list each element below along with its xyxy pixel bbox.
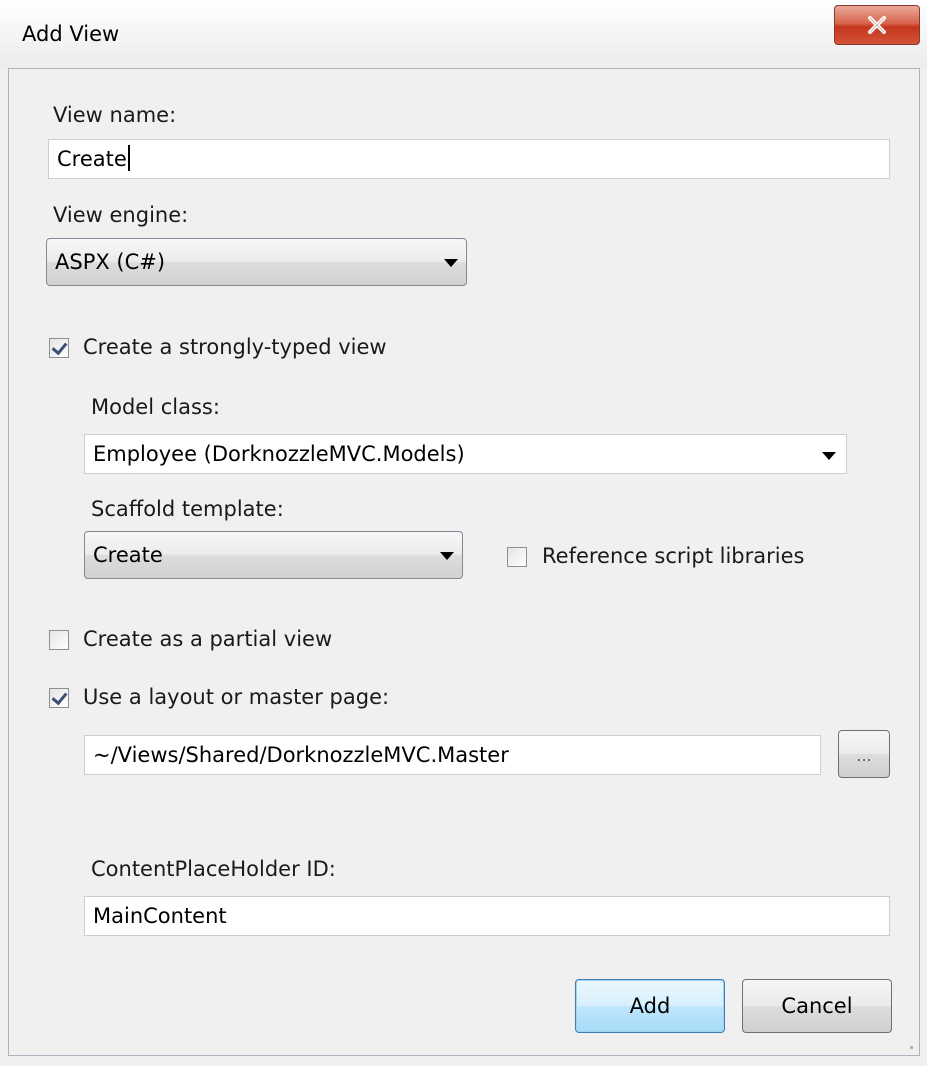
content-placeholder-label: ContentPlaceHolder ID: <box>91 857 336 881</box>
add-view-dialog: Add View View name: Create View engine: … <box>0 0 927 1066</box>
scaffold-template-value: Create <box>93 543 163 567</box>
view-engine-value: ASPX (C#) <box>55 250 166 274</box>
view-engine-select[interactable]: ASPX (C#) <box>46 238 467 286</box>
view-engine-label: View engine: <box>53 203 189 227</box>
view-name-value: Create <box>57 147 127 171</box>
model-class-value: Employee (DorknozzleMVC.Models) <box>93 442 465 466</box>
window-title: Add View <box>22 22 120 46</box>
scaffold-template-label: Scaffold template: <box>91 497 284 521</box>
partial-view-label: Create as a partial view <box>83 627 333 651</box>
close-button[interactable] <box>834 5 920 45</box>
partial-view-checkbox[interactable] <box>49 630 69 650</box>
text-caret <box>127 145 130 171</box>
dialog-body: View name: Create View engine: ASPX (C#)… <box>8 68 920 1056</box>
content-placeholder-input[interactable]: MainContent <box>84 896 890 936</box>
resize-grip[interactable] <box>910 1046 913 1049</box>
title-bar: Add View <box>0 0 927 68</box>
view-name-input[interactable]: Create <box>48 139 890 179</box>
close-icon <box>868 16 886 34</box>
cancel-button[interactable]: Cancel <box>742 979 892 1033</box>
content-placeholder-value: MainContent <box>93 904 227 928</box>
strongly-typed-checkbox[interactable] <box>49 338 69 358</box>
scaffold-template-select[interactable]: Create <box>84 531 463 579</box>
master-page-path-input[interactable]: ~/Views/Shared/DorknozzleMVC.Master <box>84 735 821 775</box>
model-class-select[interactable]: Employee (DorknozzleMVC.Models) <box>84 434 847 474</box>
chevron-down-icon <box>444 259 458 267</box>
add-button[interactable]: Add <box>575 979 725 1033</box>
chevron-down-icon <box>822 452 836 460</box>
strongly-typed-label: Create a strongly-typed view <box>83 335 387 359</box>
browse-button[interactable]: ... <box>838 730 890 778</box>
reference-scripts-checkbox[interactable] <box>507 547 527 567</box>
chevron-down-icon <box>440 552 454 560</box>
master-page-label: Use a layout or master page: <box>83 685 390 709</box>
master-page-checkbox[interactable] <box>49 688 69 708</box>
reference-scripts-label: Reference script libraries <box>542 544 805 568</box>
view-name-label: View name: <box>53 103 177 127</box>
model-class-label: Model class: <box>91 395 220 419</box>
master-page-path-value: ~/Views/Shared/DorknozzleMVC.Master <box>93 743 509 767</box>
